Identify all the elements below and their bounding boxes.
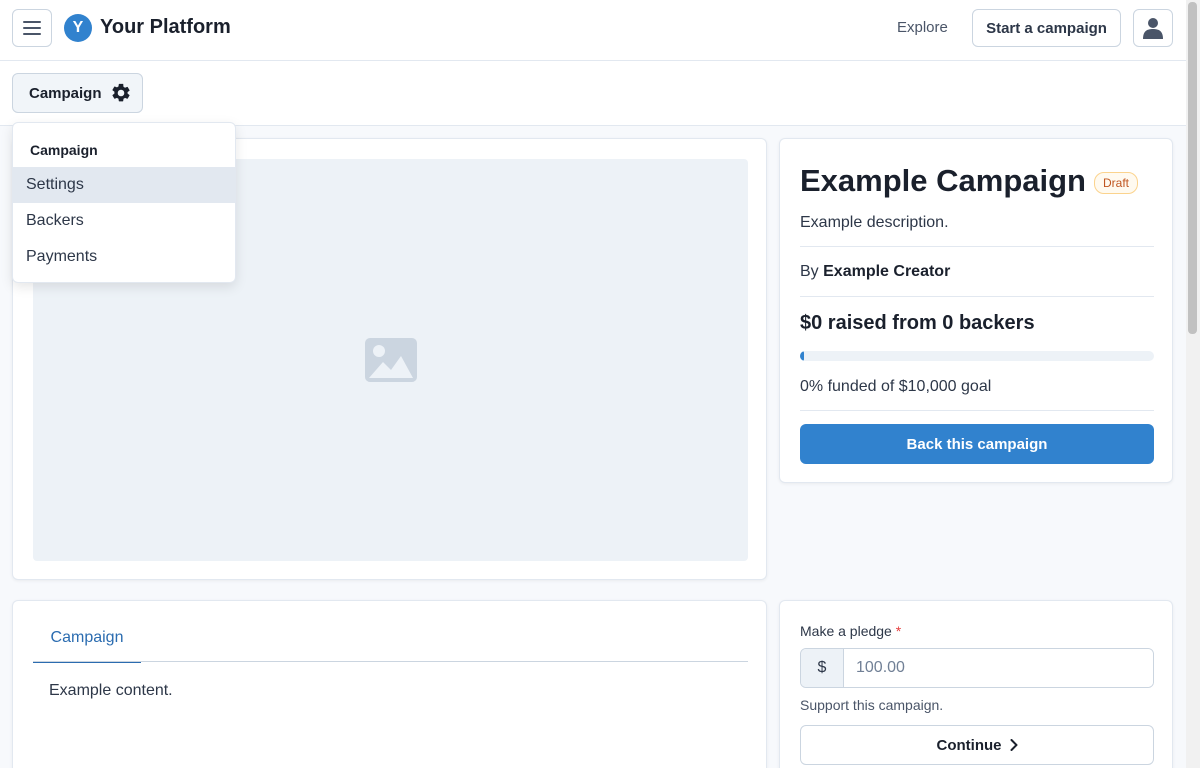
campaign-title: Example Campaign (800, 163, 1086, 198)
top-header: Y Your Platform Explore Start a campaign (0, 0, 1186, 61)
campaign-menu-button[interactable]: Campaign (12, 73, 143, 113)
explore-link[interactable]: Explore (897, 19, 948, 36)
hamburger-menu-button[interactable] (12, 9, 52, 47)
pledge-amount-input[interactable] (844, 649, 1153, 687)
creator-byline: By Example Creator (800, 263, 950, 281)
brand-logo[interactable]: Y (64, 14, 92, 42)
campaign-description: Example description. (800, 214, 949, 231)
raised-summary: $0 raised from 0 backers (800, 312, 1035, 334)
pledge-help-text: Support this campaign. (800, 697, 944, 713)
creator-name[interactable]: Example Creator (823, 263, 950, 280)
campaign-content-body: Example content. (49, 682, 173, 699)
content-card: Campaign Example content. (12, 600, 767, 768)
pledge-card: Make a pledge * $ Support this campaign.… (779, 600, 1173, 768)
image-icon (364, 338, 417, 382)
start-campaign-button[interactable]: Start a campaign (972, 9, 1121, 47)
brand-name[interactable]: Your Platform (100, 16, 231, 39)
menu-item-backers[interactable]: Backers (13, 203, 235, 239)
tab-underline (33, 661, 748, 662)
divider (800, 296, 1154, 297)
back-campaign-button[interactable]: Back this campaign (800, 424, 1154, 464)
campaign-dropdown-menu: Campaign Settings Backers Payments (12, 122, 236, 283)
chevron-right-icon (1010, 739, 1017, 751)
currency-addon: $ (801, 649, 844, 687)
funding-progress-fill (800, 351, 804, 361)
funded-text: 0% funded of $10,000 goal (800, 378, 992, 395)
required-marker: * (895, 623, 902, 639)
continue-button[interactable]: Continue (800, 725, 1154, 765)
user-account-button[interactable] (1133, 9, 1173, 47)
pledge-label-text: Make a pledge (800, 623, 892, 639)
divider (800, 410, 1154, 411)
pledge-input-group: $ (800, 648, 1154, 688)
status-badge: Draft (1093, 172, 1138, 194)
hamburger-icon (23, 21, 41, 35)
campaign-subbar: Campaign (0, 61, 1186, 126)
by-prefix: By (800, 263, 819, 280)
tab-campaign[interactable]: Campaign (33, 629, 141, 663)
divider (800, 246, 1154, 247)
pledge-label: Make a pledge * (800, 623, 901, 639)
funding-progress-bar (800, 351, 1154, 361)
page-scrollbar-thumb[interactable] (1188, 2, 1197, 334)
continue-label: Continue (936, 736, 1002, 754)
user-icon (1143, 18, 1163, 39)
dropdown-header: Campaign (30, 142, 98, 158)
campaign-menu-label: Campaign (29, 84, 102, 102)
campaign-title-row: Example Campaign Draft (800, 163, 1138, 199)
menu-item-settings[interactable]: Settings (13, 167, 235, 203)
menu-item-payments[interactable]: Payments (13, 239, 235, 275)
gear-icon (111, 83, 130, 102)
campaign-info-card: Example Campaign Draft Example descripti… (779, 138, 1173, 483)
